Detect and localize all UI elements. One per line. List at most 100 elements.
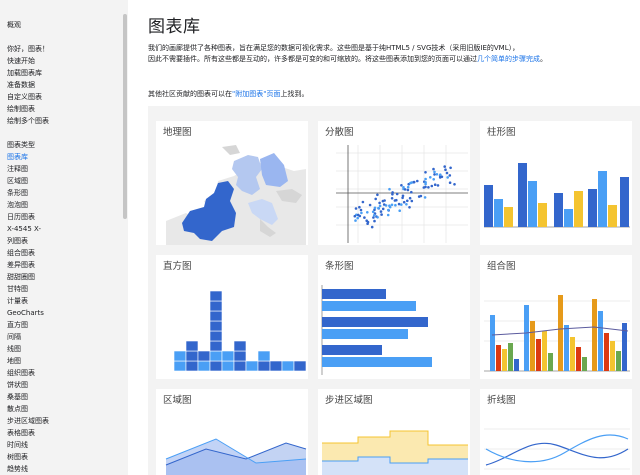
sidebar-item-histogram[interactable]: 直方图 (7, 321, 28, 330)
sidebar-item-hello-charts[interactable]: 你好，图表！ (7, 45, 49, 54)
card-title: 步进区域图 (325, 395, 373, 406)
scatter-point (376, 216, 379, 219)
sidebar-item-column[interactable]: 列图表 (7, 237, 28, 246)
scatter-point (433, 170, 436, 174)
scatter-point (412, 180, 416, 184)
scatter-point (429, 176, 432, 179)
sidebar-item-stepped-area[interactable]: 步进区域图表 (7, 417, 49, 426)
card-title: 直方图 (163, 261, 192, 272)
sidebar-item-donut[interactable]: 甜甜圈图 (7, 273, 35, 282)
sidebar-item-gauge[interactable]: 计量表 (7, 297, 28, 306)
scatter-point (361, 200, 365, 204)
scatter-point (397, 202, 401, 206)
sidebar-item-diff[interactable]: 差异图表 (7, 261, 35, 270)
scatter-point (424, 185, 427, 189)
scatter-point (379, 210, 383, 213)
scatter-point (373, 219, 376, 223)
scatter-point (378, 201, 381, 205)
scatter-point (427, 186, 430, 189)
gallery-card-combo[interactable]: 组合图 (480, 255, 632, 379)
intro-end: 。 (540, 55, 547, 63)
scatter-point (409, 181, 412, 185)
scatter-point (388, 187, 391, 191)
scatter-point (400, 203, 403, 206)
scatter-point (380, 213, 383, 216)
sidebar-item-org[interactable]: 组织图表 (7, 369, 35, 378)
scatter-point (358, 205, 361, 209)
sidebar-scrollbar[interactable] (123, 14, 127, 219)
gallery-card-scatter[interactable]: 分散图 (318, 121, 470, 245)
scatter-point (360, 211, 363, 215)
sidebar-item-annotation[interactable]: 注释图 (7, 165, 28, 174)
sidebar-item-load-library[interactable]: 加载图表库 (7, 69, 42, 78)
scatter-point (410, 199, 414, 203)
scatter-point (406, 185, 410, 189)
scatter-point (356, 213, 360, 217)
main-content: 图表库 我们的画廊提供了各种图表，旨在满足您的数据可视化需求。这些图是基于纯HT… (128, 0, 640, 475)
sidebar-item-table[interactable]: 表格图表 (7, 429, 35, 438)
scatter-point (408, 206, 411, 209)
scatter-point (424, 181, 427, 184)
sidebar-item-area[interactable]: 区域图 (7, 177, 28, 186)
scatter-point (376, 193, 379, 197)
scatter-point (359, 208, 363, 212)
sidebar-item-quick-start[interactable]: 快速开始 (7, 57, 35, 66)
geo-chart-thumbnail (166, 145, 306, 245)
sidebar-item-timeline[interactable]: 时间线 (7, 441, 28, 450)
gallery-card-bar[interactable]: 条形图 (318, 255, 470, 379)
card-title: 分散图 (325, 127, 354, 138)
gallery-card-geo[interactable]: 地理图 (156, 121, 308, 245)
sidebar-item-gantt[interactable]: 甘特图 (7, 285, 28, 294)
sidebar-item-sankey[interactable]: 桑基图 (7, 393, 28, 402)
scatter-point (374, 197, 377, 201)
sidebar-item-tree[interactable]: 树图表 (7, 453, 28, 462)
sidebar-item-prepare-data[interactable]: 准备数据 (7, 81, 35, 90)
sidebar-item-combo[interactable]: 组合图表 (7, 249, 35, 258)
sidebar-item-calendar[interactable]: 日历图表 (7, 213, 35, 222)
gallery-card-histogram[interactable]: 直方图 (156, 255, 308, 379)
scatter-point (377, 206, 380, 210)
scatter-point (433, 173, 436, 176)
scatter-point (354, 219, 357, 222)
scatter-point (443, 165, 446, 168)
card-title: 区域图 (163, 395, 192, 406)
scatter-point (423, 196, 427, 199)
scatter-point (400, 184, 403, 187)
sidebar-item-geocharts[interactable]: GeoCharts (7, 309, 44, 318)
scatter-point (394, 203, 397, 207)
sidebar-item-x4545[interactable]: X-4545 X- (7, 225, 41, 234)
sidebar-item-draw-chart[interactable]: 绘制图表 (7, 105, 35, 114)
sidebar-item-overview[interactable]: 概观 (7, 21, 21, 30)
area-chart-thumbnail (165, 438, 307, 475)
scatter-point (433, 183, 437, 186)
gallery-card-stepped-area[interactable]: 步进区域图 (318, 389, 470, 475)
gallery-card-area[interactable]: 区域图 (156, 389, 308, 475)
card-title: 折线图 (487, 395, 516, 406)
intro-line-1: 我们的画廊提供了各种图表，旨在满足您的数据可视化需求。这些图是基于纯HTML5 … (148, 44, 520, 52)
sidebar-item-draw-multiple[interactable]: 绘制多个图表 (7, 117, 49, 126)
scatter-point (395, 198, 398, 202)
sidebar-item-interval[interactable]: 间隔 (7, 333, 21, 342)
scatter-point (368, 203, 372, 207)
sidebar-item-trendline[interactable]: 趋势线 (7, 465, 28, 474)
stepped-area-chart-thumbnail (322, 430, 468, 475)
scatter-point (390, 197, 394, 200)
gallery-card-column[interactable]: 柱形图 (480, 121, 632, 245)
scatter-point (402, 200, 406, 204)
scatter-point (363, 216, 366, 219)
sidebar-item-customize[interactable]: 自定义图表 (7, 93, 42, 102)
additional-charts-link[interactable]: "附加图表"页面 (232, 90, 280, 98)
app-window: 概观 你好，图表！ 快速开始 加载图表库 准备数据 自定义图表 绘制图表 绘制多… (0, 0, 640, 475)
gallery-card-line[interactable]: 折线图 (480, 389, 632, 475)
sidebar-item-line[interactable]: 线图 (7, 345, 21, 354)
scatter-point (416, 179, 419, 183)
sidebar-item-chart-types[interactable]: 图表类型 (7, 141, 35, 150)
sidebar-item-pie[interactable]: 饼状图 (7, 381, 28, 390)
sidebar-item-bubble[interactable]: 泡泡图 (7, 201, 28, 210)
sidebar-item-scatter[interactable]: 散点图 (7, 405, 28, 414)
sidebar-item-bar[interactable]: 条形图 (7, 189, 28, 198)
sidebar-item-map[interactable]: 地图 (7, 357, 21, 366)
simple-steps-link[interactable]: 几个简单的步骤完成 (477, 55, 540, 63)
sidebar-item-gallery[interactable]: 图表库 (7, 153, 28, 162)
scatter-point (430, 184, 434, 188)
